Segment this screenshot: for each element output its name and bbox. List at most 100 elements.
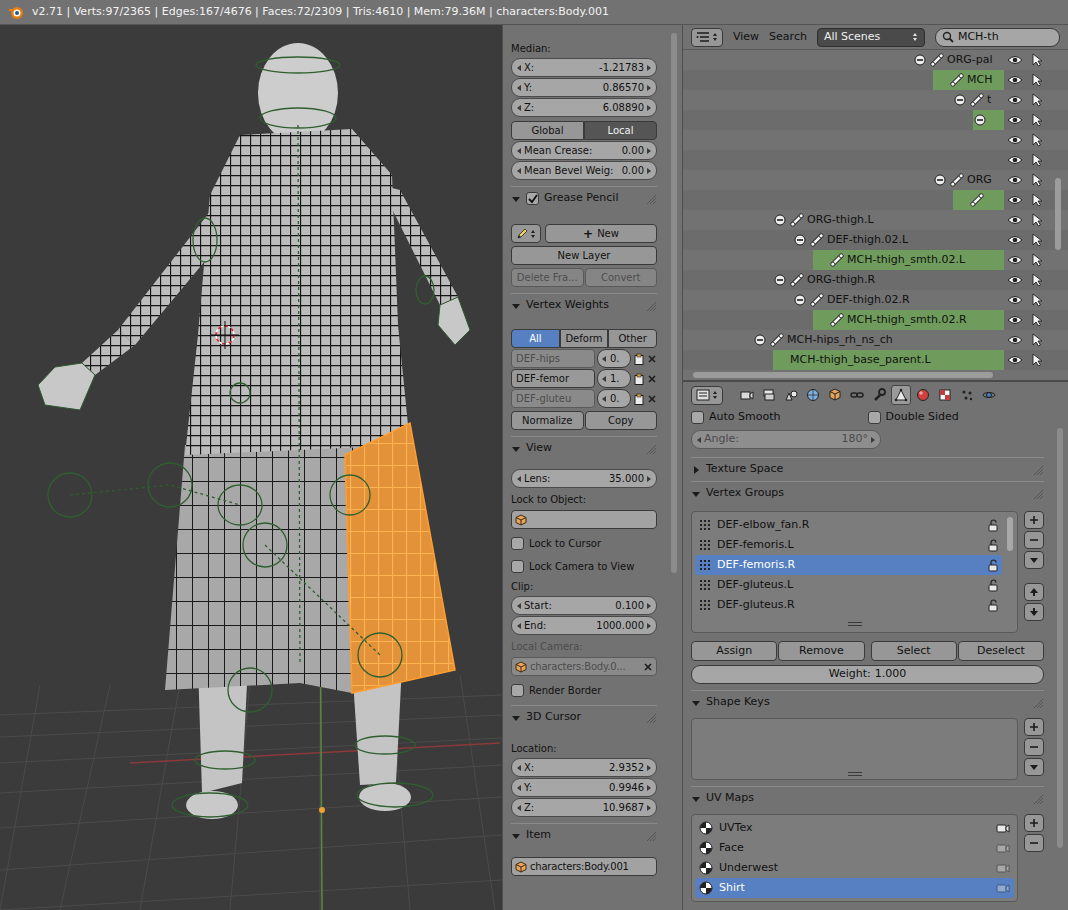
visibility-toggle[interactable] bbox=[1004, 170, 1026, 190]
field-value[interactable]: 6.08890 bbox=[603, 100, 644, 115]
vertex-group-button[interactable]: Deselect bbox=[958, 641, 1044, 661]
remove-button[interactable] bbox=[1024, 738, 1044, 756]
shelf-button[interactable]: New Layer bbox=[511, 246, 657, 265]
toggle-button[interactable]: Local bbox=[584, 121, 657, 140]
tree-item[interactable]: t bbox=[953, 90, 1004, 110]
context-tab[interactable] bbox=[891, 385, 911, 405]
outliner-row[interactable]: MCH bbox=[683, 70, 1068, 90]
selectability-toggle[interactable] bbox=[1026, 90, 1048, 110]
number-field[interactable]: Z:10.9687 bbox=[511, 798, 657, 817]
panel-header[interactable]: UV Maps bbox=[691, 786, 1044, 810]
vertex-group-item[interactable]: DEF-femoris.L bbox=[695, 535, 1002, 555]
vertex-group-name[interactable]: DEF-elbow_fan.R bbox=[717, 517, 809, 534]
item-name[interactable]: ORG-thigh.R bbox=[807, 272, 875, 289]
panel-title[interactable]: Vertex Groups bbox=[706, 485, 784, 502]
tree-item[interactable]: DEF-thigh.02.L bbox=[793, 230, 1004, 250]
visibility-toggle[interactable] bbox=[1004, 110, 1026, 130]
group-name[interactable]: DEF-femor bbox=[511, 369, 595, 388]
visibility-toggle[interactable] bbox=[1004, 350, 1026, 370]
tree-item[interactable]: DEF-thigh.02.R bbox=[793, 290, 1004, 310]
context-tab[interactable] bbox=[759, 385, 779, 405]
scrollbar-thumb[interactable] bbox=[1007, 517, 1013, 551]
horizontal-scrollbar[interactable] bbox=[683, 370, 1068, 380]
context-tab[interactable] bbox=[979, 385, 999, 405]
selectability-toggle[interactable] bbox=[1026, 170, 1048, 190]
selectability-toggle[interactable] bbox=[1026, 210, 1048, 230]
field-value[interactable]: 1000.000 bbox=[596, 618, 644, 633]
move-up-button[interactable] bbox=[1024, 583, 1044, 601]
checkbox-label[interactable]: Lock to Cursor bbox=[529, 536, 601, 551]
checkbox-label[interactable]: Auto Smooth bbox=[709, 409, 780, 426]
toggle-button[interactable]: Global bbox=[511, 121, 584, 140]
checkbox[interactable] bbox=[691, 411, 704, 424]
visibility-toggle[interactable] bbox=[1004, 270, 1026, 290]
list-resize-grip[interactable] bbox=[695, 621, 1014, 629]
shelf-scrollbar[interactable] bbox=[665, 25, 682, 910]
toggle-button[interactable]: Other bbox=[608, 329, 657, 348]
uv-map-name[interactable]: Face bbox=[719, 840, 744, 857]
panel-title[interactable]: Item bbox=[526, 827, 551, 844]
object-field[interactable] bbox=[511, 510, 657, 529]
number-field[interactable]: X:2.9352 bbox=[511, 758, 657, 777]
weight-value[interactable]: 1. bbox=[610, 371, 620, 386]
field-value[interactable]: 35.000 bbox=[609, 471, 644, 486]
search-menu[interactable]: Search bbox=[769, 29, 807, 46]
properties-scrollbar[interactable] bbox=[1052, 408, 1068, 910]
panel-title[interactable]: Shape Keys bbox=[706, 694, 770, 711]
weight-value-field[interactable]: 0. bbox=[597, 389, 631, 408]
expander-slot[interactable] bbox=[973, 153, 987, 167]
panel-header[interactable]: Shape Keys bbox=[691, 690, 1044, 714]
visibility-toggle[interactable] bbox=[1004, 330, 1026, 350]
blender-logo-icon[interactable] bbox=[8, 4, 24, 20]
field-value[interactable]: 0.9946 bbox=[609, 780, 644, 795]
vertex-group-item[interactable]: DEF-elbow_fan.R bbox=[695, 515, 1002, 535]
vertex-group-item[interactable]: DEF-gluteus.L bbox=[695, 575, 1002, 595]
checkbox-row[interactable]: Lock Camera to View bbox=[511, 557, 657, 575]
selectability-toggle[interactable] bbox=[1026, 70, 1048, 90]
outliner-row[interactable] bbox=[683, 130, 1068, 150]
group-name[interactable]: DEF-hips bbox=[511, 349, 595, 368]
number-field[interactable]: Mean Crease:0.00 bbox=[511, 141, 657, 160]
toggle-button[interactable]: All bbox=[511, 329, 560, 348]
uv-map-item[interactable]: Face bbox=[695, 838, 1014, 858]
expander-slot[interactable] bbox=[793, 233, 807, 247]
checkbox[interactable] bbox=[868, 411, 881, 424]
selectability-toggle[interactable] bbox=[1026, 150, 1048, 170]
weight-value[interactable]: 0. bbox=[610, 391, 620, 406]
number-field[interactable]: Y:0.9946 bbox=[511, 778, 657, 797]
outliner-row[interactable] bbox=[683, 190, 1068, 210]
expander-slot[interactable] bbox=[933, 173, 947, 187]
vertex-group-name[interactable]: DEF-femoris.L bbox=[717, 537, 794, 554]
context-tab[interactable] bbox=[847, 385, 867, 405]
item-name[interactable]: DEF-thigh.02.R bbox=[827, 292, 910, 309]
panel-title[interactable]: Grease Pencil bbox=[544, 190, 618, 207]
context-tab[interactable] bbox=[781, 385, 801, 405]
vertex-group-name[interactable]: DEF-gluteus.R bbox=[717, 597, 795, 614]
visibility-toggle[interactable] bbox=[1004, 190, 1026, 210]
outliner-row[interactable]: ORG-thigh.R bbox=[683, 270, 1068, 290]
checkbox[interactable] bbox=[511, 537, 524, 550]
view-menu[interactable]: View bbox=[733, 29, 759, 46]
panel-header[interactable]: Item bbox=[511, 823, 657, 847]
checkbox-row[interactable]: Render Border bbox=[511, 681, 657, 699]
selectability-toggle[interactable] bbox=[1026, 250, 1048, 270]
scrollbar-thumb[interactable] bbox=[1057, 428, 1063, 848]
shelf-button[interactable]: Normalize bbox=[511, 411, 584, 430]
weight-field[interactable]: Weight:1.000 bbox=[691, 665, 1044, 684]
uv-map-item[interactable]: Underwest bbox=[695, 858, 1014, 878]
shape-key-list[interactable] bbox=[691, 718, 1018, 780]
outliner-row[interactable]: ORG bbox=[683, 170, 1068, 190]
tree-item[interactable]: MCH-hips_rh_ns_ch bbox=[753, 330, 1004, 350]
expander-slot[interactable] bbox=[913, 53, 927, 67]
item-name[interactable]: MCH-hips_rh_ns_ch bbox=[787, 332, 893, 349]
vertex-group-button[interactable]: Select bbox=[871, 641, 957, 661]
checkbox-label[interactable]: Render Border bbox=[529, 683, 601, 698]
checkbox-row[interactable]: Lock to Cursor bbox=[511, 534, 657, 552]
tree-item[interactable]: ORG-thigh.R bbox=[773, 270, 1004, 290]
visibility-toggle[interactable] bbox=[1004, 50, 1026, 70]
expander-slot[interactable] bbox=[813, 253, 827, 267]
remove-button[interactable] bbox=[1024, 531, 1044, 549]
shelf-button[interactable]: Copy bbox=[585, 411, 658, 430]
field-value[interactable]: 0.00 bbox=[622, 163, 644, 178]
tree-item[interactable] bbox=[953, 190, 1004, 210]
